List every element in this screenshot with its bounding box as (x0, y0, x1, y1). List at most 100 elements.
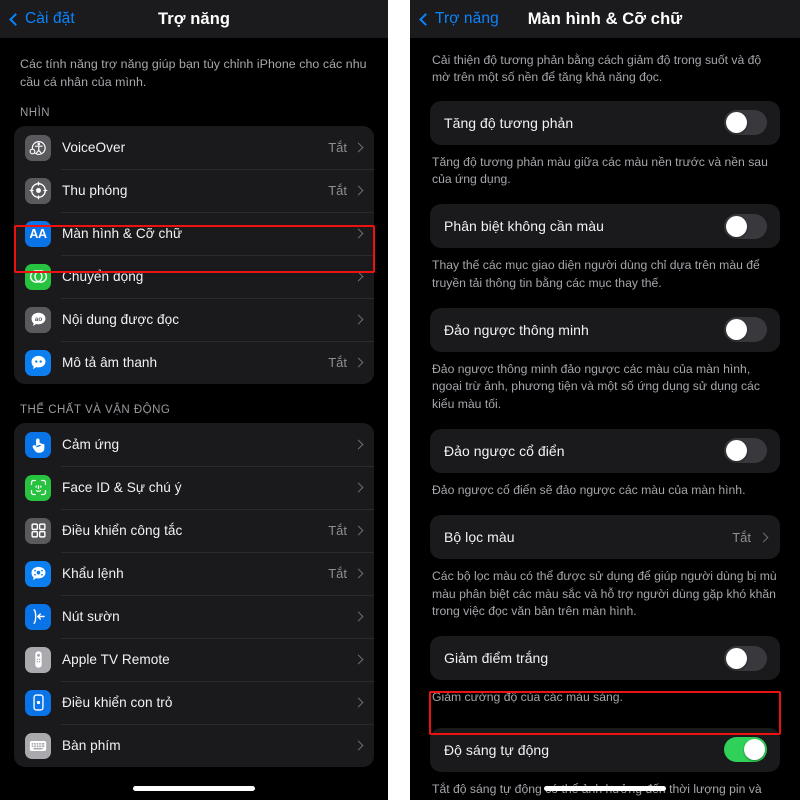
list-item-label: Face ID & Sự chú ý (62, 480, 182, 496)
setting-label: Độ sáng tự động (444, 741, 550, 758)
list-item-motion[interactable]: Chuyển động (14, 255, 374, 298)
right-phone-screen: Trợ năng Màn hình & Cỡ chữ Cải thiện độ … (410, 0, 800, 800)
apple-tv-remote-icon (25, 646, 51, 673)
list-item-label: Mô tả âm thanh (62, 355, 158, 371)
list-item-label: Điều khiển con trỏ (62, 695, 173, 711)
setting-control[interactable]: Tắt (732, 529, 769, 545)
toggle-switch[interactable] (724, 438, 767, 464)
list-item-pointer-control[interactable]: Điều khiển con trỏ (14, 681, 374, 724)
toggle-switch[interactable] (724, 110, 767, 136)
list-item-value: Tắt (328, 183, 347, 199)
left-scroll-body[interactable]: Các tính năng trợ năng giúp bạn tùy chỉn… (0, 38, 388, 800)
vision-settings-card: VoiceOver Tắt Thu phóng Tắt AA Màn hình … (14, 126, 374, 385)
setting-description: Các bộ lọc màu có thể được sử dụng để gi… (432, 569, 777, 618)
setting-control[interactable] (724, 438, 767, 464)
physical-motor-settings-card: Cảm ứng Face ID & Sự chú ý Điều khiển cô… (14, 423, 374, 768)
setting-smart-invert[interactable]: Đảo ngược thông minh (430, 307, 780, 352)
list-item-side-button[interactable]: Nút sườn (14, 595, 374, 638)
chevron-right-icon (353, 525, 364, 536)
list-item-label: Điều khiển công tắc (62, 523, 183, 539)
aa-glyph: AA (29, 226, 47, 241)
setting-label: Bộ lọc màu (444, 529, 515, 546)
setting-auto-brightness[interactable]: Độ sáng tự động (430, 727, 780, 772)
motion-icon (25, 263, 51, 290)
side-button-icon (25, 603, 51, 630)
list-item-label: Nút sườn (62, 609, 120, 625)
left-page-title: Trợ năng (157, 9, 231, 28)
setting-label: Phân biệt không cần màu (444, 218, 604, 235)
list-item-label: Bàn phím (62, 738, 121, 754)
setting-increase-contrast[interactable]: Tăng độ tương phản (430, 100, 780, 145)
setting-control[interactable] (724, 213, 767, 239)
right-scroll-body[interactable]: Cải thiện độ tương phản bằng cách giảm đ… (410, 38, 800, 800)
setting-description: Tăng độ tương phản màu giữa các màu nền … (432, 154, 768, 186)
list-item-voice-control[interactable]: Khẩu lệnh Tắt (14, 552, 374, 595)
audio-description-icon (25, 349, 51, 376)
chevron-right-icon (353, 314, 364, 325)
chevron-right-icon (353, 357, 364, 368)
left-back-button[interactable]: Cài đặt (9, 0, 75, 38)
list-item-voiceover[interactable]: VoiceOver Tắt (14, 126, 374, 169)
right-back-button[interactable]: Trợ năng (419, 0, 499, 38)
zoom-icon (25, 177, 51, 204)
setting-classic-invert[interactable]: Đảo ngược cổ điển (430, 428, 780, 473)
toggle-knob (726, 112, 747, 134)
toggle-knob (726, 215, 747, 237)
toggle-switch[interactable] (724, 317, 767, 343)
panel-divider (388, 0, 410, 800)
switch-control-icon (25, 517, 51, 544)
section-header-vision: NHÌN (20, 107, 51, 120)
list-item-label: Nội dung được đọc (62, 312, 180, 328)
list-item-apple-tv-remote[interactable]: Apple TV Remote (14, 638, 374, 681)
chevron-right-icon (353, 185, 364, 196)
setting-control[interactable] (724, 737, 767, 763)
toggle-switch[interactable] (724, 213, 767, 239)
toggle-switch[interactable] (724, 737, 767, 763)
setting-control[interactable] (724, 645, 767, 671)
list-item-audio-description[interactable]: Mô tả âm thanh Tắt (14, 341, 374, 384)
toggle-switch[interactable] (724, 645, 767, 671)
list-item-touch[interactable]: Cảm ứng (14, 423, 374, 466)
list-item-label: Chuyển động (62, 269, 144, 285)
accessibility-intro-text: Các tính năng trợ năng giúp bạn tùy chỉn… (20, 57, 367, 89)
chevron-right-icon (353, 740, 364, 751)
setting-description: Đảo ngược cổ điển sẽ đảo ngược các màu c… (432, 482, 746, 497)
chevron-right-icon (353, 697, 364, 708)
setting-control[interactable] (724, 317, 767, 343)
list-item-display-text-size[interactable]: AA Màn hình & Cỡ chữ (14, 212, 374, 255)
svg-text:ao: ao (34, 316, 42, 323)
chevron-right-icon (353, 228, 364, 239)
setting-value: Tắt (732, 529, 751, 545)
setting-color-filters[interactable]: Bộ lọc màu Tắt (430, 515, 780, 560)
chevron-left-icon (9, 12, 22, 26)
list-item-switch-control[interactable]: Điều khiển công tắc Tắt (14, 509, 374, 552)
chevron-left-icon (419, 12, 432, 26)
chevron-right-icon (353, 439, 364, 450)
left-phone-screen: Cài đặt Trợ năng Các tính năng trợ năng … (0, 0, 388, 800)
setting-description: Đảo ngược thông minh đảo ngược các màu c… (432, 361, 760, 411)
chevron-right-icon (353, 482, 364, 493)
list-item-keyboard[interactable]: Bàn phím (14, 724, 374, 767)
setting-description: Giảm cường độ của các màu sáng. (432, 690, 623, 705)
list-item-spoken-content[interactable]: ao Nội dung được đọc (14, 298, 374, 341)
toggle-knob (726, 440, 747, 462)
home-indicator (133, 786, 255, 791)
list-item-value: Tắt (328, 355, 347, 371)
setting-description: Thay thế các mục giao diện người dùng ch… (432, 258, 760, 290)
voiceover-icon (25, 134, 51, 161)
list-item-face-id[interactable]: Face ID & Sự chú ý (14, 466, 374, 509)
list-item-zoom[interactable]: Thu phóng Tắt (14, 169, 374, 212)
list-item-value: Tắt (328, 566, 347, 582)
top-description-text: Cải thiện độ tương phản bằng cách giảm đ… (432, 53, 762, 85)
setting-reduce-white-point[interactable]: Giảm điểm trắng (430, 636, 780, 681)
left-navbar: Cài đặt Trợ năng (0, 0, 388, 38)
setting-label: Tăng độ tương phản (444, 114, 574, 131)
setting-control[interactable] (724, 110, 767, 136)
chevron-right-icon (353, 271, 364, 282)
pointer-control-icon (25, 689, 51, 716)
setting-label: Giảm điểm trắng (444, 650, 549, 667)
setting-differentiate-without-color[interactable]: Phân biệt không cần màu (430, 204, 780, 249)
keyboard-icon (25, 732, 51, 759)
voice-control-icon (25, 560, 51, 587)
list-item-label: VoiceOver (62, 140, 126, 156)
